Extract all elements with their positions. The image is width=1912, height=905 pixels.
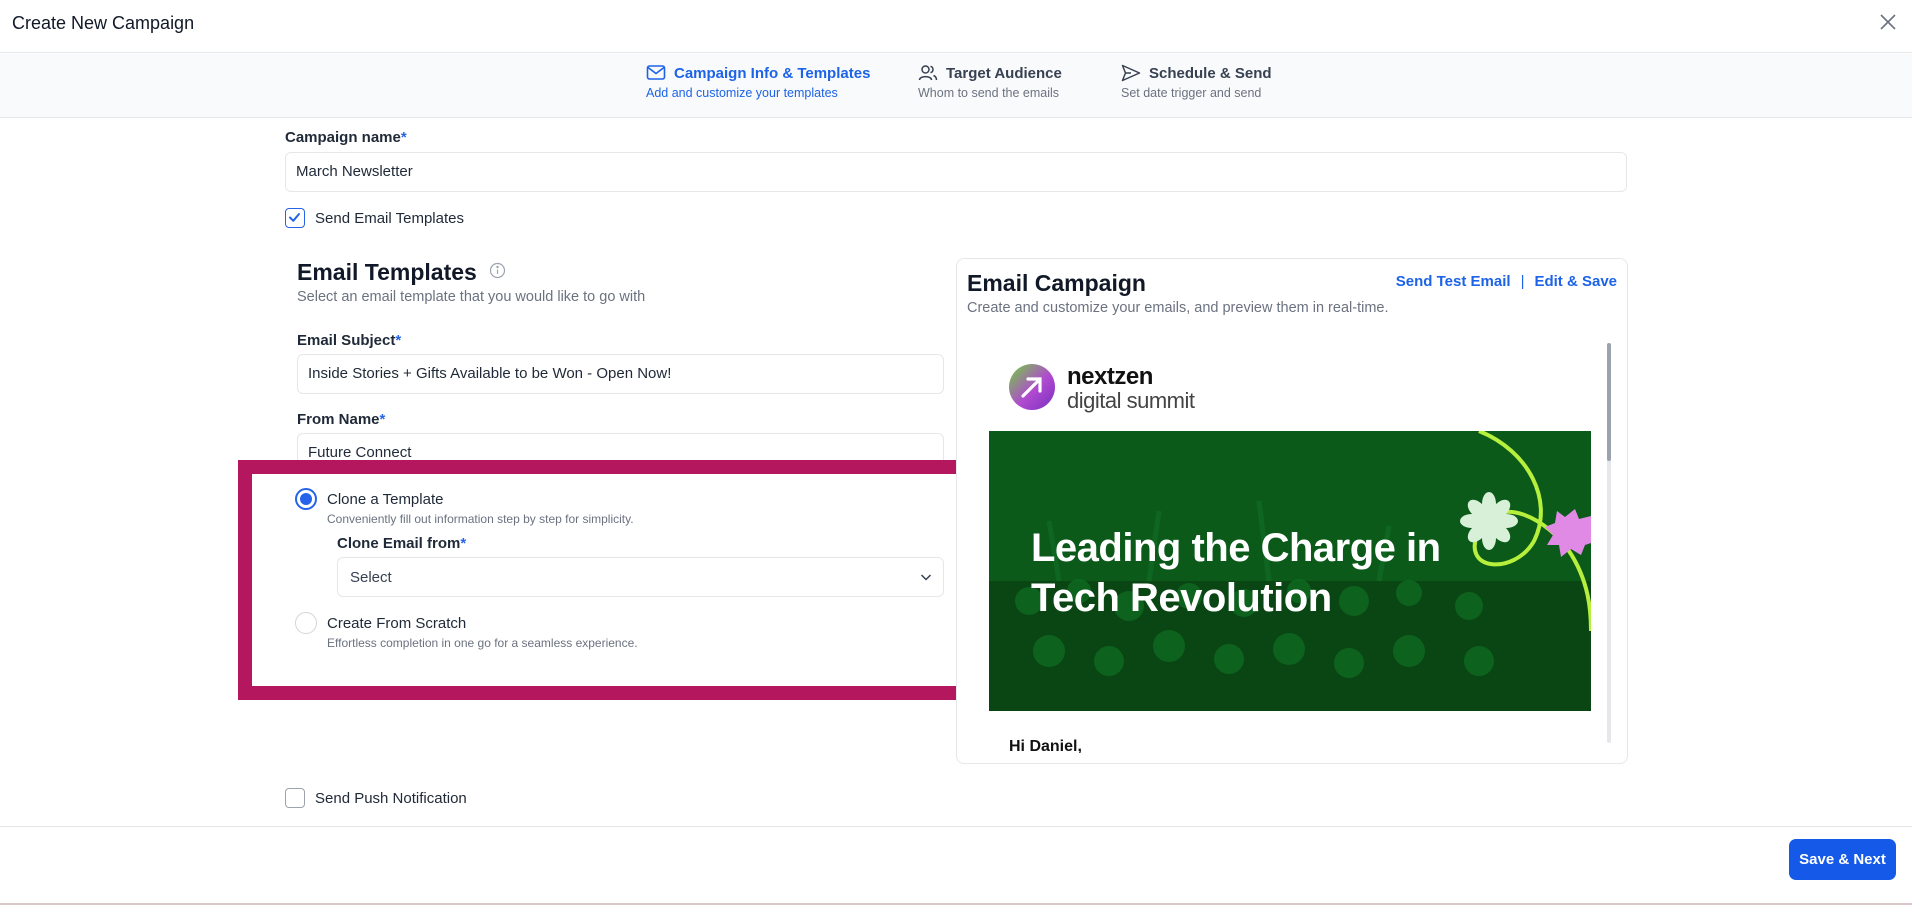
send-email-templates-label: Send Email Templates [315, 210, 464, 227]
send-test-email-link[interactable]: Send Test Email [1396, 273, 1511, 290]
clone-email-select-value: Select [350, 569, 392, 586]
clone-template-radio[interactable] [295, 488, 317, 510]
modal-title: Create New Campaign [12, 13, 195, 33]
create-campaign-modal: Create New Campaign Campaign Info & Temp… [0, 0, 1912, 905]
preview-scrollbar-thumb[interactable] [1607, 343, 1611, 461]
step-schedule-send[interactable]: Schedule & Send Set date trigger and sen… [1121, 64, 1272, 101]
email-templates-subtitle: Select an email template that you would … [297, 289, 646, 305]
email-campaign-preview-card: Email Campaign Create and customize your… [956, 258, 1628, 764]
step-campaign-info[interactable]: Campaign Info & Templates Add and custom… [646, 64, 871, 101]
create-from-scratch-subtitle: Effortless completion in one go for a se… [327, 636, 638, 650]
logo-line1: nextzen [1067, 363, 1153, 390]
action-separator: | [1520, 273, 1525, 290]
email-subject-label: Email Subject* [297, 332, 401, 349]
email-banner: Leading the Charge in Tech Revolution [989, 431, 1591, 711]
required-mark: * [400, 129, 407, 146]
step-sub: Add and customize your templates [646, 86, 838, 100]
clone-template-title: Clone a Template [327, 491, 444, 508]
modal-footer: Save & Next [0, 826, 1912, 905]
preview-scrollbar[interactable] [1607, 343, 1611, 743]
email-preview: nextzen digital summit Leading the Charg… [989, 343, 1591, 753]
email-subject-value: Inside Stories + Gifts Available to be W… [308, 365, 672, 382]
clone-template-subtitle: Conveniently fill out information step b… [327, 512, 634, 526]
logo-line2: digital summit [1067, 388, 1195, 413]
step-sub: Whom to send the emails [918, 86, 1060, 100]
step-sub: Set date trigger and send [1121, 86, 1262, 100]
create-from-scratch-radio[interactable] [295, 612, 317, 634]
preview-title: Email Campaign [967, 270, 1146, 296]
email-subject-input[interactable]: Inside Stories + Gifts Available to be W… [297, 354, 944, 394]
edit-save-link[interactable]: Edit & Save [1534, 273, 1617, 290]
step-label: Schedule & Send [1149, 64, 1272, 82]
create-from-scratch-title: Create From Scratch [327, 615, 467, 632]
modal-header: Create New Campaign [0, 0, 1912, 53]
email-templates-title: Email Templates [297, 259, 506, 286]
email-subject-label-text: Email Subject [297, 332, 396, 349]
clone-email-from-label: Clone Email from* [337, 535, 466, 552]
banner-headline: Leading the Charge in Tech Revolution [1031, 526, 1441, 620]
info-icon[interactable] [489, 262, 506, 279]
required-mark: * [460, 535, 467, 552]
chevron-down-icon [920, 574, 932, 581]
from-name-value: Future Connect [308, 444, 412, 461]
from-name-label: From Name* [297, 411, 385, 428]
send-email-templates-checkbox[interactable] [285, 208, 305, 228]
email-templates-title-text: Email Templates [297, 259, 477, 285]
clone-email-select[interactable]: Select [337, 557, 944, 597]
campaign-name-label: Campaign name* [285, 129, 407, 146]
send-push-notification-checkbox[interactable] [285, 788, 305, 808]
send-icon [1121, 64, 1141, 82]
required-mark: * [395, 332, 402, 349]
email-greeting: Hi Daniel, [1009, 738, 1082, 753]
step-target-audience[interactable]: Target Audience Whom to send the emails [918, 64, 1062, 101]
clone-email-from-label-text: Clone Email from [337, 535, 461, 552]
campaign-name-input[interactable]: March Newsletter [285, 152, 1627, 192]
from-name-label-text: From Name [297, 411, 380, 428]
users-icon [918, 65, 938, 81]
preview-subtitle: Create and customize your emails, and pr… [967, 300, 1389, 316]
nextzen-logo-icon [1009, 364, 1055, 410]
mail-icon [646, 65, 666, 80]
check-icon [289, 213, 300, 222]
required-mark: * [379, 411, 386, 428]
save-next-button[interactable]: Save & Next [1789, 839, 1896, 880]
campaign-name-value: March Newsletter [296, 163, 413, 180]
step-label: Campaign Info & Templates [674, 64, 871, 82]
step-label: Target Audience [946, 64, 1062, 82]
close-icon[interactable] [1876, 10, 1900, 34]
stepper: Campaign Info & Templates Add and custom… [0, 54, 1912, 118]
send-push-notification-label: Send Push Notification [315, 790, 467, 807]
preview-actions: Send Test Email | Edit & Save [1396, 273, 1617, 290]
campaign-name-label-text: Campaign name [285, 129, 401, 146]
